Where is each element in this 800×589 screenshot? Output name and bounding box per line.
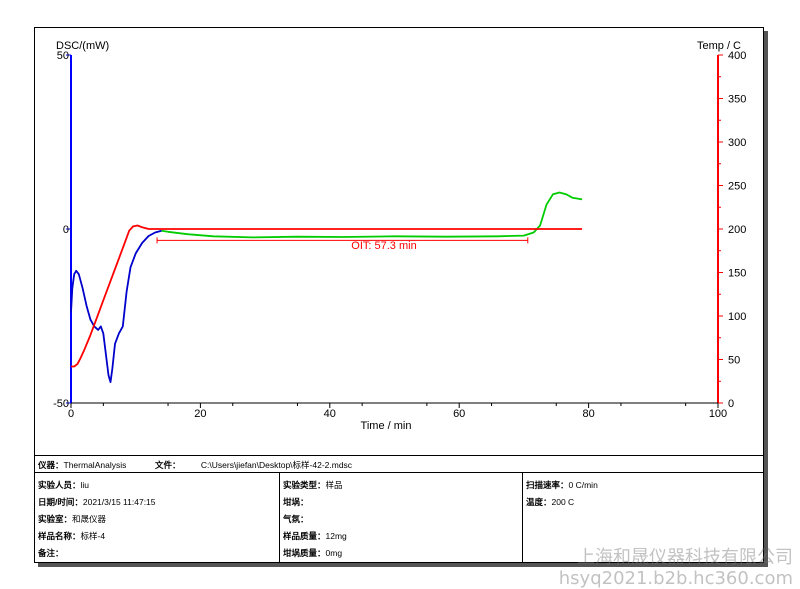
info-field-label: 样品质量： (283, 531, 326, 541)
left-tick-label: -50 (53, 398, 69, 410)
info-row-col2: 样品质量：12mg (283, 530, 347, 542)
instrument-value: ThermalAnalysis (63, 460, 127, 470)
chart-axes: 0 20 40 60 80 100500-504003503002502001501005… (53, 50, 746, 420)
chart-series (70, 191, 583, 383)
dsc-chart: 0 20 40 60 80 100500-504003503002502001501005… (53, 40, 746, 432)
x-tick-label: 100 (709, 408, 727, 420)
info-col-divider-2 (522, 472, 523, 562)
x-tick-label: 60 (453, 408, 465, 420)
info-col-divider-1 (279, 472, 280, 562)
watermark-company: 上海和晟仪器科技有限公司 (577, 547, 793, 568)
series-line-0 (70, 229, 162, 383)
info-field-value: 2021/3/15 11:47:15 (82, 497, 156, 507)
info-field-value: 标样-4 (80, 531, 106, 541)
right-tick-label: 150 (728, 268, 746, 280)
info-row-col1: 样品名称：标样-4 (38, 530, 105, 542)
info-field-label: 实验类型： (283, 480, 326, 490)
info-field-value: 0 C/min (568, 480, 598, 490)
file-label: 文件： (155, 460, 181, 470)
right-tick-label: 250 (728, 181, 746, 193)
x-tick-label: 40 (324, 408, 336, 420)
info-row-col1: 日期/时间：2021/3/15 11:47:15 (38, 496, 156, 508)
info-row-col3: 温度：200 C (526, 496, 574, 508)
right-tick-label: 350 (728, 94, 746, 106)
info-top-rule (35, 455, 763, 456)
info-field-value: 12mg (325, 531, 347, 541)
info-row-col1: 备注： (38, 547, 64, 559)
x-tick-label: 20 (194, 408, 206, 420)
series-line-2 (71, 224, 583, 368)
info-field-label: 实验室： (38, 514, 73, 524)
info-field-label: 温度： (526, 497, 552, 507)
left-axis-label: DSC/(mW) (56, 40, 109, 52)
info-row-col1: 实验室：和晟仪器 (38, 513, 106, 525)
file-value: C:\Users\jiefan\Desktop\标样-42-2.mdsc (200, 460, 353, 470)
right-axis-label: Temp / C (697, 40, 741, 52)
file-row: 文件： C:\Users\jiefan\Desktop\标样-42-2.mdsc (155, 459, 352, 471)
info-field-label: 实验人员： (38, 480, 81, 490)
info-field-value: 200 C (551, 497, 575, 507)
info-field-label: 坩埚质量： (283, 548, 326, 558)
oit-annotation: OIT: 57.3 min (351, 240, 416, 252)
info-field-label: 样品名称： (38, 531, 81, 541)
x-axis-label: Time / min (361, 420, 412, 432)
info-field-label: 日期/时间： (38, 497, 83, 507)
series-line-1 (161, 191, 583, 239)
info-field-value: 和晟仪器 (72, 514, 107, 524)
info-row-col2: 坩埚： (283, 496, 309, 508)
instrument-row: 仪器：ThermalAnalysis (38, 459, 126, 471)
info-field-label: 备注： (38, 548, 64, 558)
right-tick-label: 200 (728, 224, 746, 236)
instrument-label: 仪器： (38, 460, 64, 470)
right-tick-label: 0 (728, 398, 734, 410)
watermark-url: hsyq2021.b2b.hc360.com (558, 568, 793, 589)
info-field-value: liu (80, 480, 90, 490)
right-tick-label: 100 (728, 311, 746, 323)
watermark: 上海和晟仪器科技有限公司 hsyq2021.b2b.hc360.com (559, 547, 793, 589)
x-tick-label: 80 (582, 408, 594, 420)
info-field-label: 扫描速率： (526, 480, 569, 490)
info-field-value: 样品 (325, 480, 343, 490)
right-tick-label: 300 (728, 137, 746, 149)
left-tick-label: 0 (63, 224, 69, 236)
info-row-col2: 气氛： (283, 513, 309, 525)
info-row-col2: 实验类型：样品 (283, 479, 343, 491)
info-field-label: 坩埚： (283, 497, 309, 507)
right-tick-label: 50 (728, 355, 740, 367)
info-field-value: 0mg (325, 548, 343, 558)
info-field-label: 气氛： (283, 514, 309, 524)
info-mid-rule (35, 472, 763, 473)
report-frame: 0 20 40 60 80 100 50 0 -50 400 350 300 250 200 150 100 5… (34, 27, 793, 589)
info-row-col1: 实验人员：liu (38, 479, 89, 491)
info-row-col2: 坩埚质量：0mg (283, 547, 342, 559)
info-row-col3: 扫描速率：0 C/min (526, 479, 598, 491)
